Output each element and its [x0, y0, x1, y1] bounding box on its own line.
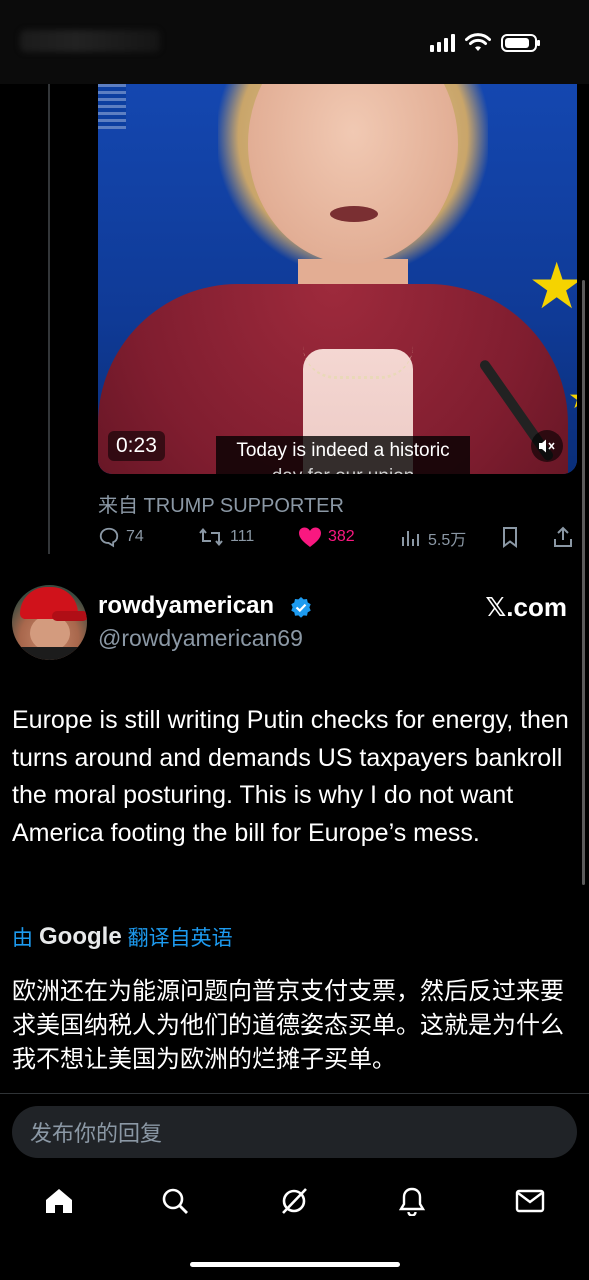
- view-count: 5.5万: [428, 532, 467, 549]
- bookmark-icon: [503, 527, 517, 548]
- quoted-source-label[interactable]: 来自 TRUMP SUPPORTER: [98, 489, 344, 518]
- retweet-icon: [199, 527, 223, 547]
- nav-messages[interactable]: [513, 1186, 547, 1216]
- cellular-signal-icon: [430, 34, 455, 52]
- like-count: 382: [328, 528, 355, 545]
- home-indicator[interactable]: [190, 1262, 400, 1267]
- translation-attribution[interactable]: 由 Google 翻译自英语: [12, 922, 233, 952]
- mute-button[interactable]: [531, 430, 563, 462]
- speaker-muted-icon: [539, 439, 555, 453]
- grok-icon: [282, 1188, 307, 1214]
- video-subject-mouth: [330, 206, 378, 222]
- eu-star-icon: ★: [568, 384, 577, 414]
- views-action[interactable]: 5.5万: [400, 526, 466, 550]
- wifi-icon: [465, 33, 491, 51]
- translate-suffix: 翻译自英语: [127, 927, 233, 950]
- scrollbar[interactable]: [582, 280, 585, 885]
- retweet-action[interactable]: 111: [198, 526, 254, 548]
- eu-star-icon: ★: [528, 250, 577, 322]
- notifications-icon: [398, 1187, 426, 1216]
- avatar-cap-brim: [52, 611, 87, 621]
- reply-count: 74: [126, 528, 144, 545]
- google-logo: Google: [39, 923, 122, 950]
- reply-icon: [99, 527, 119, 548]
- translate-prefix: 由: [12, 927, 33, 950]
- thread-connector-line: [48, 84, 50, 554]
- views-icon: [402, 531, 419, 546]
- video-caption-line1: Today is indeed a historic: [236, 440, 450, 461]
- avatar-shirt: [12, 647, 87, 660]
- video-caption: Today is indeed a historic day for our u…: [216, 436, 470, 474]
- reply-input[interactable]: 发布你的回复: [12, 1106, 577, 1158]
- nav-home[interactable]: [42, 1186, 76, 1216]
- video-caption-line2: day for our union: [220, 464, 466, 474]
- messages-icon: [515, 1189, 545, 1213]
- video-timestamp: 0:23: [108, 431, 165, 461]
- video-subject-necklace: [303, 346, 413, 379]
- battery-icon: [501, 34, 540, 52]
- status-icons: [430, 33, 540, 53]
- video-flag-stripes: [98, 84, 126, 129]
- search-icon: [162, 1188, 188, 1214]
- retweet-count: 111: [230, 528, 255, 545]
- tweet-action-bar: 74 111 382 5.5万: [98, 526, 577, 554]
- tweet-text: Europe is still writing Putin checks for…: [12, 706, 569, 847]
- avatar[interactable]: [12, 585, 87, 660]
- heart-filled-icon: [299, 527, 321, 547]
- translated-text: 欧洲还在为能源问题向普京支付支票，然后反过来要求美国纳税人为他们的道德姿态买单。…: [12, 978, 564, 1073]
- verified-badge-icon: [291, 597, 311, 618]
- share-action[interactable]: [552, 526, 574, 548]
- nav-notifications[interactable]: [395, 1186, 429, 1216]
- like-action[interactable]: 382: [298, 526, 355, 548]
- quoted-video-player[interactable]: ★ ★ 0:23 Today is indeed a historic day …: [98, 84, 577, 474]
- status-bar-blurred-time: [20, 30, 160, 52]
- user-handle[interactable]: @rowdyamerican69: [98, 625, 303, 652]
- bookmark-action[interactable]: [500, 526, 520, 548]
- reply-action[interactable]: 74: [98, 526, 144, 548]
- divider: [0, 1093, 589, 1094]
- display-name[interactable]: rowdyamerican: [98, 592, 274, 620]
- share-icon: [554, 526, 572, 547]
- nav-grok[interactable]: [277, 1186, 311, 1216]
- x-com-badge: 𝕏.com: [485, 592, 567, 622]
- home-icon: [46, 1189, 72, 1213]
- nav-search[interactable]: [158, 1186, 192, 1216]
